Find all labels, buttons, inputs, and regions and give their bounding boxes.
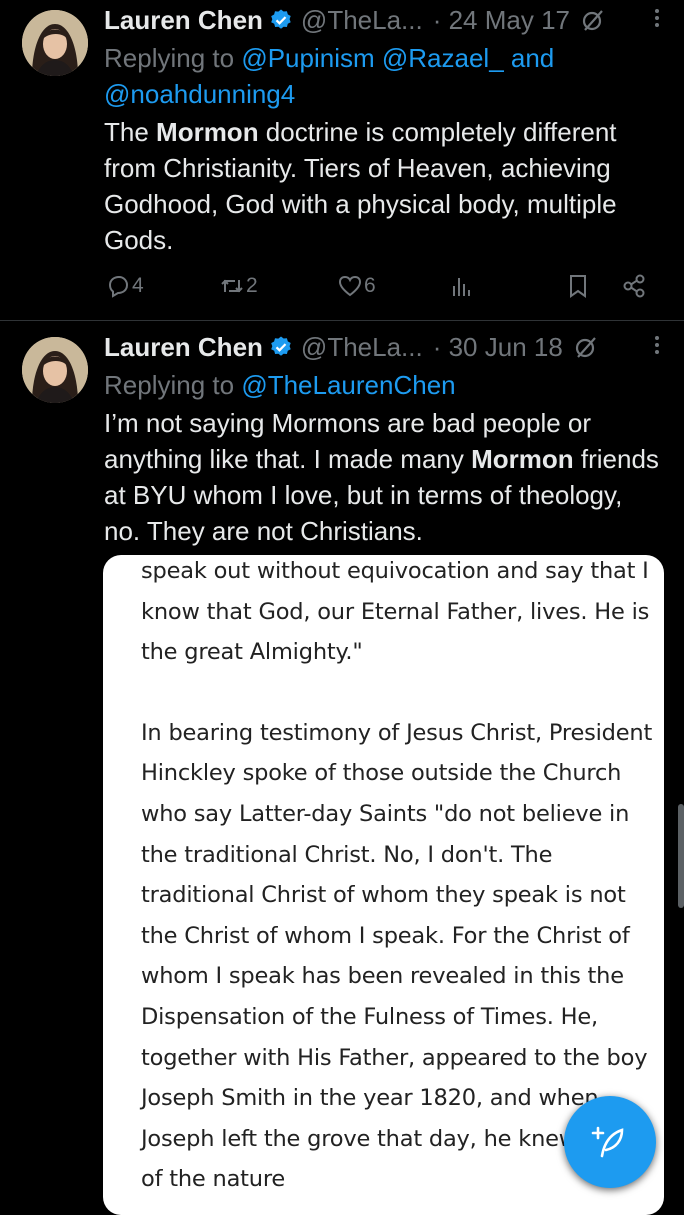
replying-prefix: Replying to	[104, 370, 242, 400]
tweet-text-bold: Mormon	[156, 117, 259, 147]
reply-button[interactable]: 4	[104, 272, 144, 300]
reply-mentions[interactable]: @TheLaurenChen	[241, 370, 455, 400]
replying-to: Replying to @Pupinism @Razael_ and	[104, 40, 554, 76]
scrollbar[interactable]	[678, 804, 684, 908]
views-button[interactable]	[448, 272, 476, 300]
grok-icon[interactable]	[573, 334, 599, 360]
tweet-divider	[0, 320, 684, 321]
bookmark-icon	[570, 275, 586, 298]
reply-mention-noah[interactable]: @noahdunning4	[104, 79, 295, 109]
tweet-date[interactable]: · 24 May 17	[433, 5, 570, 36]
retweet-icon	[221, 279, 243, 293]
author-name[interactable]: Lauren Chen	[104, 5, 263, 36]
analytics-icon	[453, 278, 470, 296]
bookmark-button[interactable]	[564, 272, 592, 300]
tweet-text: The Mormon doctrine is completely differ…	[104, 114, 664, 258]
reply-mentions[interactable]: @Pupinism @Razael_ and	[241, 43, 554, 73]
share-icon	[623, 274, 645, 298]
reply-count: 4	[132, 274, 144, 297]
replying-prefix: Replying to	[104, 43, 242, 73]
share-button[interactable]	[620, 272, 648, 300]
retweet-button[interactable]: 2	[218, 272, 258, 300]
document-paragraph-1: speak out without equivocation and say t…	[141, 558, 650, 666]
avatar[interactable]	[22, 10, 88, 76]
compose-button[interactable]	[564, 1096, 656, 1188]
avatar[interactable]	[22, 337, 88, 403]
grok-icon[interactable]	[580, 7, 606, 33]
tweet-text-part1: The	[104, 117, 157, 147]
tweet-date[interactable]: · 30 Jun 18	[433, 332, 563, 363]
more-options-icon[interactable]	[652, 6, 662, 32]
more-options-icon[interactable]	[652, 333, 662, 359]
compose-feather-icon	[591, 1126, 624, 1158]
tweet-text-bold: Mormon	[471, 444, 574, 474]
verified-badge-icon	[269, 335, 293, 359]
author-handle[interactable]: @TheLa...	[301, 5, 423, 36]
replying-to-line2: @noahdunning4	[104, 76, 295, 112]
heart-icon	[338, 275, 362, 297]
reply-icon	[108, 275, 129, 298]
tweet-text: I’m not saying Mormons are bad people or…	[104, 405, 664, 549]
verified-badge-icon	[269, 8, 293, 32]
author-handle[interactable]: @TheLa...	[301, 332, 423, 363]
like-count: 6	[364, 274, 376, 297]
author-name[interactable]: Lauren Chen	[104, 332, 263, 363]
like-button[interactable]: 6	[336, 272, 376, 300]
retweet-count: 2	[246, 274, 258, 297]
replying-to: Replying to @TheLaurenChen	[104, 367, 456, 403]
tweet-actions: 4 2 6	[104, 268, 664, 304]
